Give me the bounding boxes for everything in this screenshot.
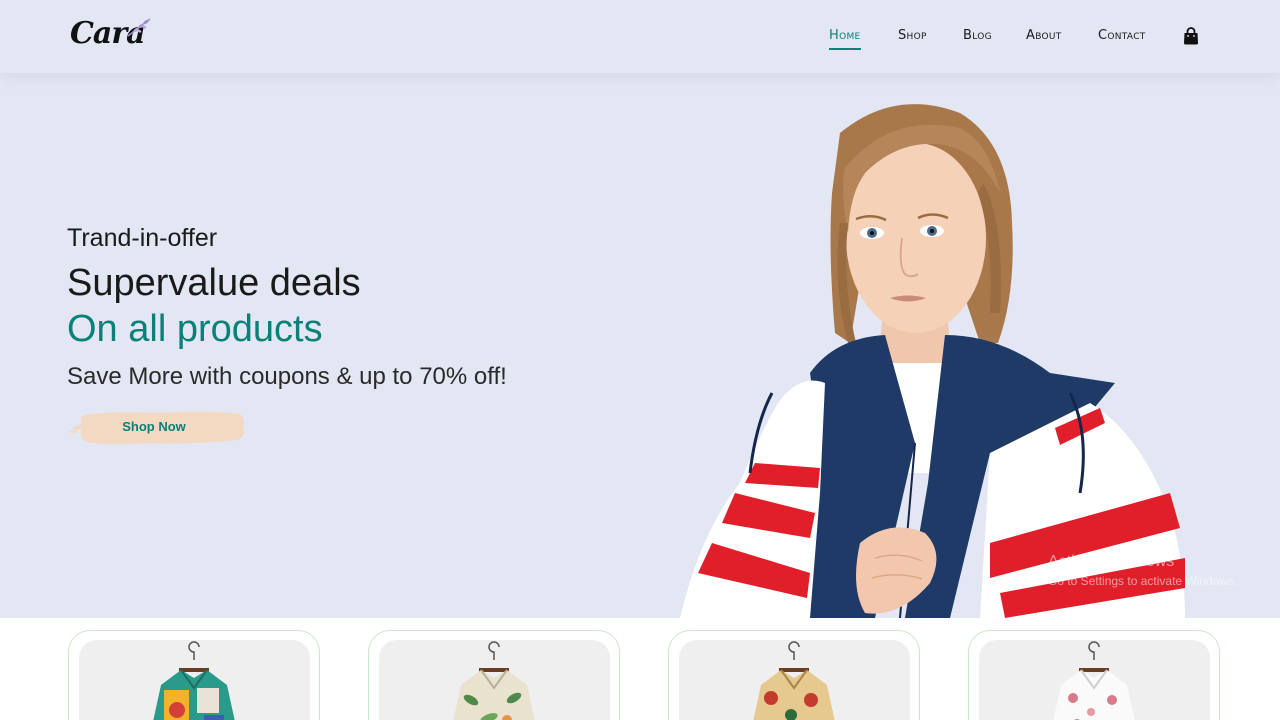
product-image [979, 640, 1210, 720]
product-image [679, 640, 910, 720]
hero-highlight: On all products [67, 308, 323, 350]
windows-activation-watermark: Activate Windows Go to Settings to activ… [1048, 553, 1237, 588]
product-card[interactable] [368, 630, 620, 720]
shirt-floral-green-image [453, 641, 535, 720]
main-nav: Home Shop Blog About Contact [0, 28, 1280, 50]
product-image [79, 640, 310, 720]
nav-home[interactable]: Home [829, 28, 861, 50]
hero-subtitle: Save More with coupons & up to 70% off! [67, 363, 507, 390]
product-card[interactable] [968, 630, 1220, 720]
product-card[interactable] [668, 630, 920, 720]
nav-shop[interactable]: Shop [898, 28, 927, 43]
hero-section: Trand-in-offer Supervalue deals On all p… [0, 73, 1280, 618]
product-card[interactable] [68, 630, 320, 720]
nav-blog[interactable]: Blog [963, 28, 992, 43]
product-grid [0, 618, 1280, 720]
header: Cara Home Shop Blog About Contact [0, 0, 1280, 73]
hero-model-image [680, 104, 1185, 618]
hero-title: Supervalue deals [67, 262, 361, 304]
shop-now-label: Shop Now [122, 419, 186, 434]
watermark-title: Activate Windows [1048, 553, 1175, 570]
shirt-patterned-image [153, 641, 235, 720]
watermark-subtitle: Go to Settings to activate Windows. [1048, 574, 1238, 588]
shirt-floral-white-image [1053, 641, 1135, 720]
nav-contact[interactable]: Contact [1098, 28, 1146, 43]
hero-tagline: Trand-in-offer [67, 224, 218, 252]
product-image [379, 640, 610, 720]
nav-about[interactable]: About [1026, 28, 1062, 43]
shirt-floral-red-image [753, 641, 835, 720]
shopping-bag-icon[interactable] [1183, 27, 1199, 45]
shop-now-button[interactable]: Shop Now [68, 407, 248, 449]
